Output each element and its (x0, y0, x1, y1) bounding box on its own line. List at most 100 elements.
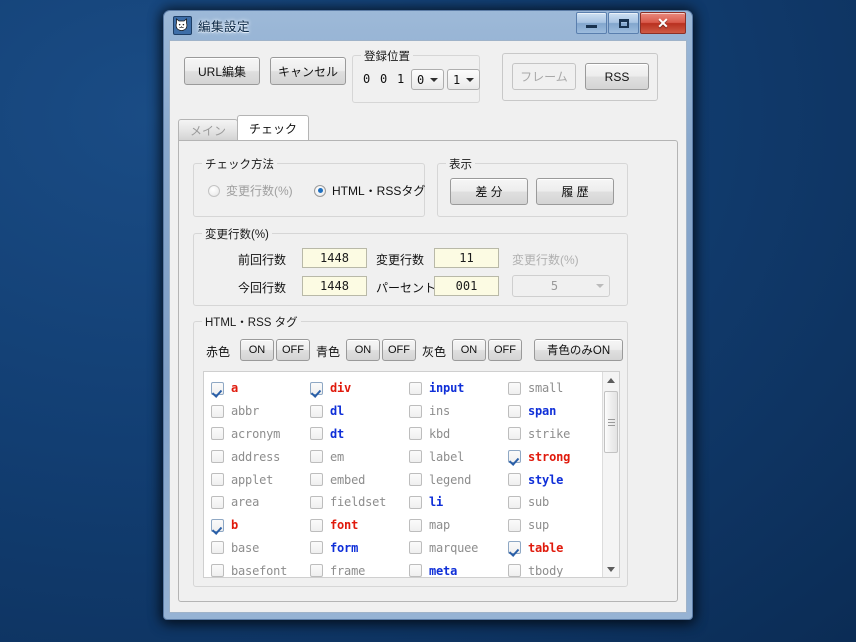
tag-list-item[interactable]: basefont (211, 559, 310, 577)
checkbox-unchecked-icon[interactable] (310, 541, 323, 555)
tag-list-item[interactable]: small (508, 377, 607, 400)
tag-list-item[interactable]: li (409, 491, 508, 514)
checkbox-unchecked-icon[interactable] (508, 427, 521, 441)
checkbox-unchecked-icon[interactable] (310, 518, 323, 532)
blue-off-button[interactable]: OFF (382, 339, 416, 361)
tag-list-item[interactable]: kbd (409, 423, 508, 446)
tag-list-item[interactable]: abbr (211, 400, 310, 423)
tag-list-item[interactable]: em (310, 445, 409, 468)
threshold-combo[interactable]: 5 (512, 275, 610, 297)
checkbox-unchecked-icon[interactable] (409, 473, 422, 487)
checkbox-unchecked-icon[interactable] (310, 427, 323, 441)
red-on-button[interactable]: ON (240, 339, 274, 361)
tag-list-item[interactable]: marquee (409, 537, 508, 560)
tag-list-item[interactable]: meta (409, 559, 508, 577)
checkbox-unchecked-icon[interactable] (508, 473, 521, 487)
checkbox-unchecked-icon[interactable] (310, 495, 323, 509)
tag-list-item[interactable]: strike (508, 423, 607, 446)
tag-list-item[interactable]: sub (508, 491, 607, 514)
checkbox-unchecked-icon[interactable] (211, 541, 224, 555)
minimize-button[interactable] (576, 12, 607, 34)
tag-list-item[interactable]: embed (310, 468, 409, 491)
radio-changed-lines[interactable]: 変更行数(%) (208, 182, 293, 199)
diff-button[interactable]: 差 分 (450, 178, 528, 205)
history-button[interactable]: 履 歴 (536, 178, 614, 205)
checkbox-unchecked-icon[interactable] (409, 427, 422, 441)
prev-lines-field[interactable]: 1448 (302, 248, 367, 268)
checkbox-unchecked-icon[interactable] (211, 450, 224, 464)
url-edit-button[interactable]: URL編集 (184, 57, 260, 85)
tag-list-item[interactable]: table (508, 537, 607, 560)
tag-list-item[interactable]: applet (211, 468, 310, 491)
scroll-down-button[interactable] (603, 561, 619, 577)
tag-list-item[interactable]: input (409, 377, 508, 400)
checkbox-unchecked-icon[interactable] (409, 541, 422, 555)
tag-list-item[interactable]: base (211, 537, 310, 560)
position-combo-b[interactable]: 1 (447, 69, 480, 90)
tag-list-item[interactable]: area (211, 491, 310, 514)
curr-lines-field[interactable]: 1448 (302, 276, 367, 296)
checkbox-unchecked-icon[interactable] (409, 381, 422, 395)
tag-list-item[interactable]: map (409, 514, 508, 537)
tab-main[interactable]: メイン (178, 119, 239, 140)
tag-list-item[interactable]: font (310, 514, 409, 537)
tag-list-item[interactable]: acronym (211, 423, 310, 446)
checkbox-checked-icon[interactable] (508, 541, 521, 555)
radio-html-rss-tag[interactable]: HTML・RSSタグ (314, 182, 425, 199)
tag-list-item[interactable]: form (310, 537, 409, 560)
frame-button[interactable]: フレーム (512, 63, 576, 90)
checkbox-unchecked-icon[interactable] (508, 381, 521, 395)
scrollbar-thumb[interactable] (604, 391, 618, 453)
tag-list-item[interactable]: tbody (508, 559, 607, 577)
tag-list-item[interactable]: frame (310, 559, 409, 577)
red-off-button[interactable]: OFF (276, 339, 310, 361)
checkbox-unchecked-icon[interactable] (211, 495, 224, 509)
checkbox-checked-icon[interactable] (211, 518, 224, 532)
percent-field[interactable]: 001 (434, 276, 499, 296)
tag-list-item[interactable]: b (211, 514, 310, 537)
checkbox-unchecked-icon[interactable] (310, 404, 323, 418)
tag-list-item[interactable]: legend (409, 468, 508, 491)
tag-list-item[interactable]: ins (409, 400, 508, 423)
checkbox-unchecked-icon[interactable] (508, 518, 521, 532)
checkbox-unchecked-icon[interactable] (409, 495, 422, 509)
checkbox-unchecked-icon[interactable] (508, 495, 521, 509)
gray-off-button[interactable]: OFF (488, 339, 522, 361)
tag-list-item[interactable]: span (508, 400, 607, 423)
checkbox-unchecked-icon[interactable] (310, 450, 323, 464)
scroll-up-button[interactable] (603, 372, 619, 388)
checkbox-unchecked-icon[interactable] (409, 518, 422, 532)
tag-list-item[interactable]: div (310, 377, 409, 400)
checkbox-unchecked-icon[interactable] (211, 404, 224, 418)
checkbox-checked-icon[interactable] (310, 381, 323, 395)
tag-list-item[interactable]: dt (310, 423, 409, 446)
checkbox-unchecked-icon[interactable] (310, 564, 323, 577)
rss-button[interactable]: RSS (585, 63, 649, 90)
maximize-button[interactable] (608, 12, 639, 34)
tab-check[interactable]: チェック (237, 115, 310, 140)
blue-on-button[interactable]: ON (346, 339, 380, 361)
position-combo-a[interactable]: 0 (411, 69, 444, 90)
checkbox-unchecked-icon[interactable] (409, 564, 422, 577)
tag-list[interactable]: a abbr acronym address applet area b base basefo… (203, 371, 620, 578)
blue-only-on-button[interactable]: 青色のみON (534, 339, 623, 361)
tag-list-item[interactable]: a (211, 377, 310, 400)
tag-list-item[interactable]: dl (310, 400, 409, 423)
checkbox-unchecked-icon[interactable] (310, 473, 323, 487)
tag-list-item[interactable]: address (211, 445, 310, 468)
checkbox-unchecked-icon[interactable] (409, 404, 422, 418)
tag-list-item[interactable]: fieldset (310, 491, 409, 514)
cancel-button[interactable]: キャンセル (270, 57, 346, 85)
checkbox-unchecked-icon[interactable] (211, 427, 224, 441)
tag-list-scrollbar[interactable] (602, 372, 619, 577)
tag-list-item[interactable]: sup (508, 514, 607, 537)
gray-on-button[interactable]: ON (452, 339, 486, 361)
checkbox-unchecked-icon[interactable] (211, 473, 224, 487)
changed-count-field[interactable]: 11 (434, 248, 499, 268)
checkbox-unchecked-icon[interactable] (211, 564, 224, 577)
close-button[interactable]: ✕ (640, 12, 686, 34)
checkbox-unchecked-icon[interactable] (508, 564, 521, 577)
checkbox-unchecked-icon[interactable] (508, 404, 521, 418)
tag-list-item[interactable]: strong (508, 445, 607, 468)
tag-list-item[interactable]: label (409, 445, 508, 468)
